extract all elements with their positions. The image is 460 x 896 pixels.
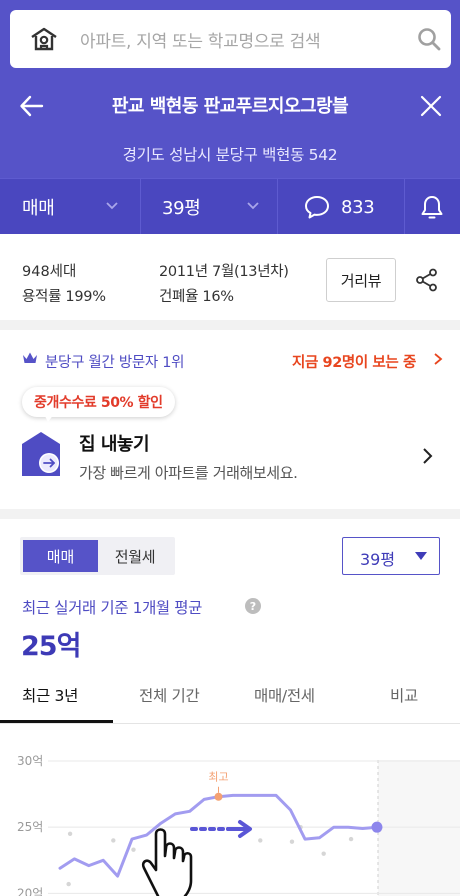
size-dropdown-value: 39평 xyxy=(360,550,396,569)
chevron-right-icon[interactable] xyxy=(432,352,444,366)
address: 경기도 성남시 분당구 백현동 542 xyxy=(122,146,338,164)
y-tick-label: 25억 xyxy=(17,820,43,834)
close-icon[interactable] xyxy=(418,93,444,119)
selector-bar: 매매 39평 833 xyxy=(0,178,460,235)
search-icon[interactable] xyxy=(416,26,442,52)
live-viewers-link[interactable]: 지금 92명이 보는 중 xyxy=(292,351,416,372)
sell-subtitle: 가장 빠르게 아파트를 거래해보세요. xyxy=(79,464,298,482)
trade-type-label: 매매 xyxy=(22,198,55,219)
average-price: 25억 xyxy=(21,631,81,662)
scatter-point xyxy=(66,881,71,887)
price-chart[interactable]: 30억 25억 20억 최고 xyxy=(0,740,460,896)
scatter-point xyxy=(111,838,116,843)
search-input[interactable]: 아파트, 지역 또는 학교명으로 검색 xyxy=(80,27,321,52)
average-label: 최근 실거래 기준 1개월 평균 xyxy=(22,599,203,617)
segment-rent[interactable]: 전월세 xyxy=(98,540,172,572)
last-point xyxy=(371,821,383,833)
coverage-ratio: 건폐율 16% xyxy=(159,289,234,305)
max-label: 최고 xyxy=(208,771,228,784)
tab-compare[interactable]: 비교 xyxy=(390,684,418,706)
comment-count: 833 xyxy=(341,196,375,218)
section-divider xyxy=(0,320,460,330)
page-title: 판교 백현동 판교푸르지오그랑블 xyxy=(111,96,349,117)
price-line xyxy=(58,793,379,878)
crown-icon xyxy=(23,352,37,363)
tab-recent-3y[interactable]: 최근 3년 xyxy=(22,684,78,706)
chevron-down-icon xyxy=(106,202,118,210)
scatter-point xyxy=(348,836,354,842)
scatter-point xyxy=(258,838,263,843)
y-tick-label: 20억 xyxy=(17,886,43,896)
trade-segment-control: 매매 전월세 xyxy=(20,537,175,575)
comments-button[interactable]: 833 xyxy=(278,179,404,235)
size-dropdown[interactable]: 39평 xyxy=(342,537,440,575)
section-divider xyxy=(0,509,460,519)
max-point xyxy=(214,792,223,801)
header: 아파트, 지역 또는 학교명으로 검색 판교 백현동 판교푸르지오그랑블 경기도… xyxy=(0,0,460,235)
segment-sale[interactable]: 매매 xyxy=(23,540,98,572)
bell-icon xyxy=(421,196,443,219)
size-select[interactable]: 39평 xyxy=(141,179,277,235)
scatter-point xyxy=(289,839,295,844)
street-view-button[interactable]: 거리뷰 xyxy=(326,258,396,302)
sell-title: 집 내놓기 xyxy=(79,434,150,455)
notification-button[interactable] xyxy=(405,179,460,235)
y-tick-label: 30억 xyxy=(17,754,43,768)
scatter-point xyxy=(321,851,326,856)
built-date: 2011년 7월(13년차) xyxy=(159,264,289,280)
size-label: 39평 xyxy=(162,198,201,219)
help-icon[interactable]: ? xyxy=(245,598,261,614)
chevron-right-icon[interactable] xyxy=(420,446,434,466)
hand-swipe-icon xyxy=(141,828,193,896)
scatter-point xyxy=(67,831,73,836)
chevron-down-icon xyxy=(247,202,259,210)
chart-future-area xyxy=(378,760,460,896)
active-tab-indicator xyxy=(0,720,113,723)
back-arrow-icon[interactable] xyxy=(18,92,46,120)
tab-sale-jeonse[interactable]: 매매/전세 xyxy=(254,684,315,706)
visitor-rank: 분당구 월간 방문자 1위 xyxy=(45,355,185,371)
sell-house-icon xyxy=(22,432,60,476)
share-icon[interactable] xyxy=(414,267,440,293)
trade-type-select[interactable]: 매매 xyxy=(0,179,140,235)
scatter-point xyxy=(131,847,136,852)
floor-area-ratio: 용적률 199% xyxy=(22,289,106,305)
caret-down-icon xyxy=(415,552,427,560)
home-icon[interactable] xyxy=(30,25,58,53)
search-bar[interactable]: 아파트, 지역 또는 학교명으로 검색 xyxy=(10,10,451,68)
discount-badge: 중개수수료 50% 할인 xyxy=(22,387,175,417)
comment-icon xyxy=(305,196,329,219)
tab-all-period[interactable]: 전체 기간 xyxy=(139,684,200,706)
